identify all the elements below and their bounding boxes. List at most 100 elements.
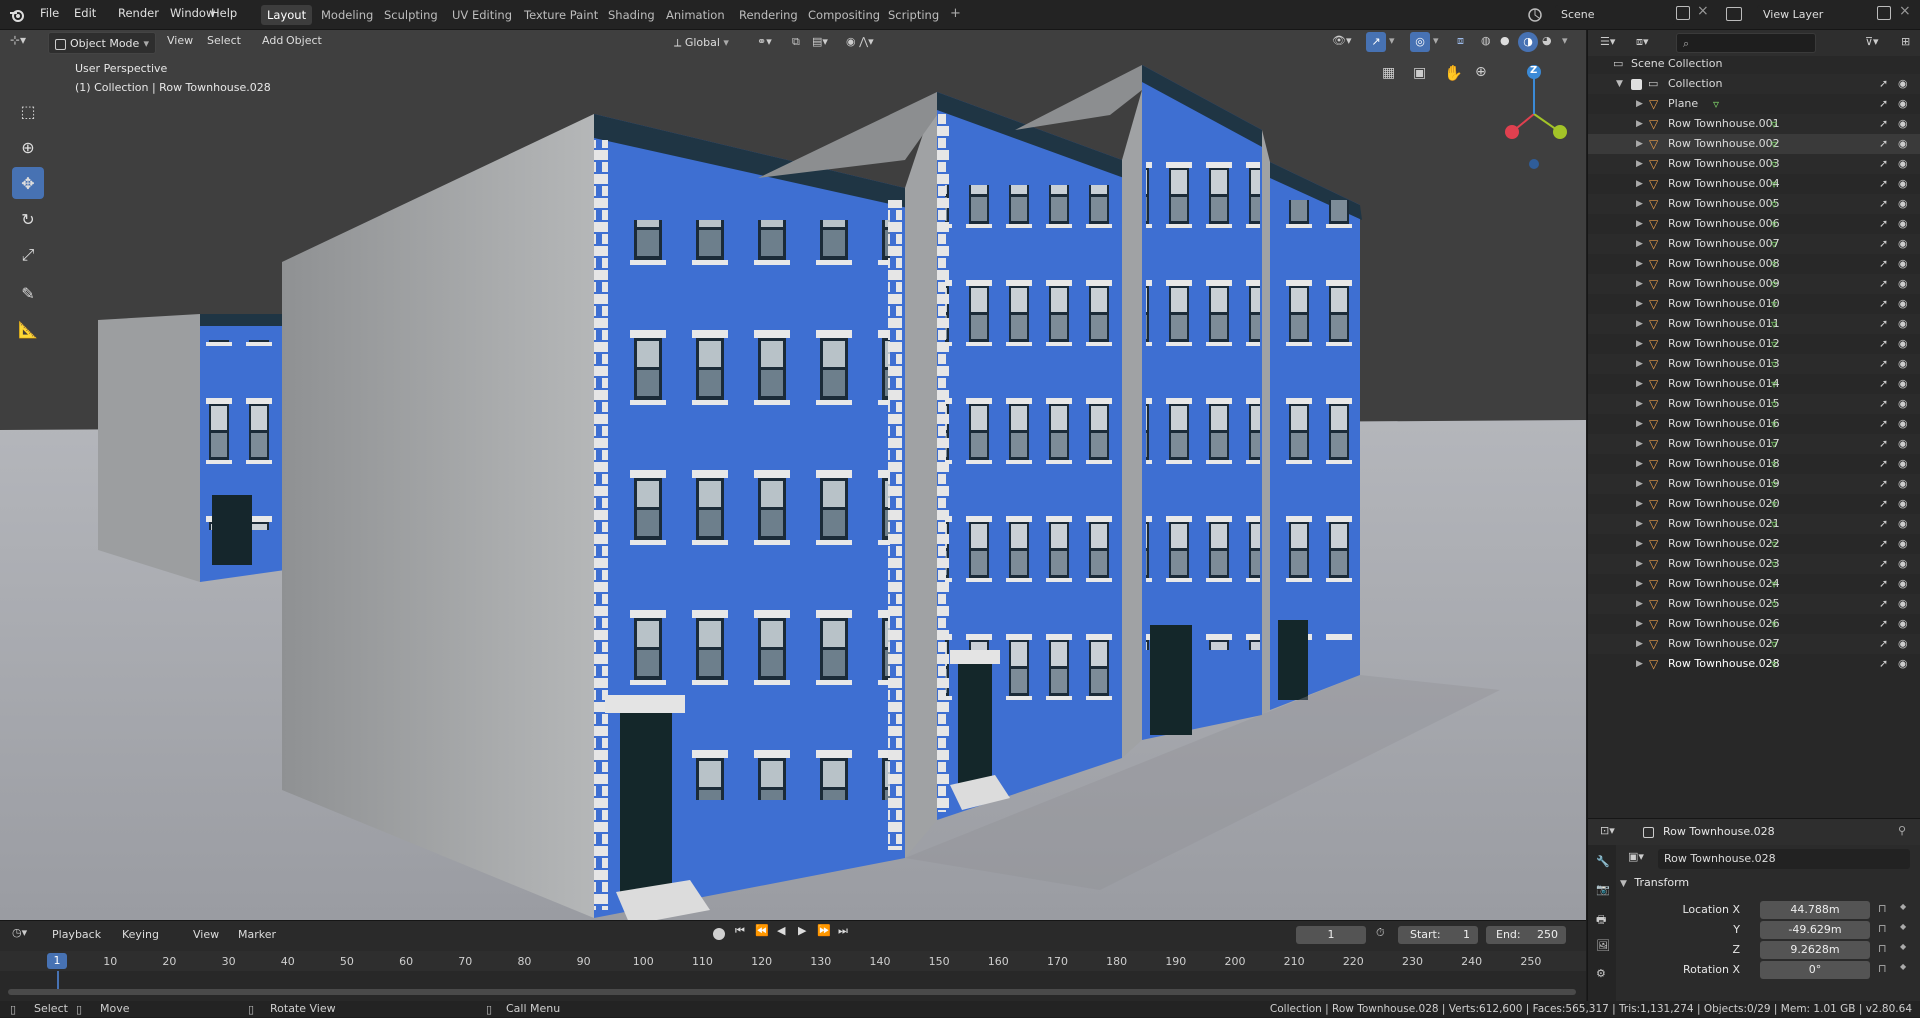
view-layer-field[interactable]: View Layer xyxy=(1757,5,1877,25)
mesh-data-icon[interactable]: ▿ xyxy=(1771,134,1777,154)
start-frame-field[interactable]: Start: 1 xyxy=(1398,926,1478,944)
select-toggle-icon[interactable]: ➚ xyxy=(1879,494,1888,514)
select-toggle-icon[interactable]: ➚ xyxy=(1879,414,1888,434)
camera-view-icon[interactable]: ▣ xyxy=(1413,65,1426,81)
viewport-menu-add[interactable]: Add xyxy=(262,34,283,47)
select-toggle-icon[interactable]: ➚ xyxy=(1879,194,1888,214)
expand-arrow-icon[interactable]: ▶ xyxy=(1636,214,1643,234)
mesh-data-icon[interactable]: ▿ xyxy=(1771,394,1777,414)
transform-field-value[interactable]: -49.629m xyxy=(1760,921,1870,939)
mesh-data-icon[interactable]: ▿ xyxy=(1771,114,1777,134)
visibility-toggle-icon[interactable]: 👁▾ xyxy=(1332,34,1352,47)
expand-arrow-icon[interactable]: ▶ xyxy=(1636,254,1643,274)
timeline-menu-view[interactable]: View xyxy=(193,928,219,941)
outliner-item[interactable]: ▶ ▽ Row Townhouse.016 ▿ ➚ ◉ xyxy=(1588,414,1920,434)
use-preview-range-icon[interactable]: ⏱ xyxy=(1376,926,1385,940)
outliner-item[interactable]: ▶ ▽ Row Townhouse.022 ▿ ➚ ◉ xyxy=(1588,534,1920,554)
mesh-data-icon[interactable]: ▿ xyxy=(1771,354,1777,374)
expand-arrow-icon[interactable]: ▶ xyxy=(1636,134,1643,154)
expand-arrow-icon[interactable]: ▶ xyxy=(1636,234,1643,254)
tab-animation[interactable]: Animation xyxy=(660,5,731,25)
select-toggle-icon[interactable]: ➚ xyxy=(1879,334,1888,354)
expand-arrow-icon[interactable]: ▶ xyxy=(1636,374,1643,394)
object-data-dropdown[interactable]: ▣▾ xyxy=(1628,850,1644,863)
cursor-tool[interactable]: ⊕ xyxy=(12,131,44,163)
tab-layout[interactable]: Layout xyxy=(261,5,313,25)
gizmo-dropdown-icon[interactable]: ▾ xyxy=(1389,34,1395,47)
tab-rendering[interactable]: Rendering xyxy=(733,5,804,25)
expand-arrow-icon[interactable]: ▶ xyxy=(1636,454,1643,474)
select-toggle-icon[interactable]: ➚ xyxy=(1879,554,1888,574)
select-toggle-icon[interactable]: ➚ xyxy=(1879,434,1888,454)
select-toggle-icon[interactable]: ➚ xyxy=(1879,214,1888,234)
tab-compositing[interactable]: Compositing xyxy=(802,5,886,25)
jump-end-icon[interactable]: ⏭ xyxy=(838,924,848,938)
lock-icon[interactable]: ⊓ xyxy=(1878,942,1887,955)
visibility-icon[interactable]: ◉ xyxy=(1898,634,1908,654)
select-toggle-icon[interactable]: ➚ xyxy=(1879,154,1888,174)
visibility-icon[interactable]: ◉ xyxy=(1898,414,1908,434)
mesh-data-icon[interactable]: ▿ xyxy=(1771,174,1777,194)
xray-toggle-icon[interactable]: ⧈ xyxy=(1457,34,1464,48)
3d-viewport[interactable]: ⊹▾ Object Mode ▾ View Select Add Object ⟂ Gl… xyxy=(0,30,1586,920)
overlay-dropdown-icon[interactable]: ▾ xyxy=(1433,34,1439,47)
collection-checkbox[interactable] xyxy=(1631,79,1642,90)
expand-arrow-icon[interactable]: ▼ xyxy=(1616,74,1623,94)
visibility-icon[interactable]: ◉ xyxy=(1898,114,1908,134)
render-tab-icon[interactable]: 📷 xyxy=(1596,883,1610,896)
rotate-tool[interactable]: ↻ xyxy=(12,203,44,235)
expand-arrow-icon[interactable]: ▶ xyxy=(1636,634,1643,654)
mesh-data-icon[interactable]: ▿ xyxy=(1771,654,1777,674)
scene-icon[interactable] xyxy=(1526,6,1544,24)
outliner-item[interactable]: ▶ ▽ Row Townhouse.011 ▿ ➚ ◉ xyxy=(1588,314,1920,334)
visibility-icon[interactable]: ◉ xyxy=(1898,494,1908,514)
visibility-icon[interactable]: ◉ xyxy=(1898,214,1908,234)
expand-arrow-icon[interactable]: ▶ xyxy=(1636,354,1643,374)
add-workspace-button[interactable]: + xyxy=(950,6,961,21)
expand-arrow-icon[interactable]: ▶ xyxy=(1636,334,1643,354)
timeline-menu-marker[interactable]: Marker xyxy=(238,928,276,941)
mesh-data-icon[interactable]: ▿ xyxy=(1771,314,1777,334)
visibility-icon[interactable]: ◉ xyxy=(1898,194,1908,214)
mesh-data-icon[interactable]: ▿ xyxy=(1713,94,1719,114)
timeline-editor-type-icon[interactable]: ◷▾ xyxy=(12,926,27,939)
outliner-item[interactable]: ▶ ▽ Row Townhouse.028 ▿ ➚ ◉ xyxy=(1588,654,1920,674)
visibility-icon[interactable]: ◉ xyxy=(1898,174,1908,194)
properties-editor-type-icon[interactable]: ⊡▾ xyxy=(1600,824,1615,837)
visibility-icon[interactable]: ◉ xyxy=(1898,594,1908,614)
mesh-data-icon[interactable]: ▿ xyxy=(1771,414,1777,434)
select-toggle-icon[interactable]: ➚ xyxy=(1879,394,1888,414)
outliner-item[interactable]: ▶ ▽ Plane ▿ ➚ ◉ xyxy=(1588,94,1920,114)
expand-arrow-icon[interactable]: ▶ xyxy=(1636,594,1643,614)
timeline-menu-playback[interactable]: Playback xyxy=(52,928,101,941)
navigation-gizmo[interactable]: Z xyxy=(1496,60,1576,170)
mesh-data-icon[interactable]: ▿ xyxy=(1771,234,1777,254)
timeline-scrollbar[interactable] xyxy=(8,989,1576,995)
outliner-item[interactable]: ▶ ▽ Row Townhouse.024 ▿ ➚ ◉ xyxy=(1588,574,1920,594)
select-toggle-icon[interactable]: ➚ xyxy=(1879,314,1888,334)
gizmo-toggle-icon[interactable]: ↗ xyxy=(1366,32,1386,52)
shading-solid-icon[interactable]: ● xyxy=(1500,34,1510,47)
select-toggle-icon[interactable]: ➚ xyxy=(1879,94,1888,114)
expand-arrow-icon[interactable]: ▶ xyxy=(1636,174,1643,194)
overlay-toggle-icon[interactable]: ◎ xyxy=(1410,32,1430,52)
outliner-item[interactable]: ▶ ▽ Row Townhouse.015 ▿ ➚ ◉ xyxy=(1588,394,1920,414)
visibility-icon[interactable]: ◉ xyxy=(1898,394,1908,414)
play-icon[interactable]: ▶ xyxy=(798,924,806,937)
visibility-icon[interactable]: ◉ xyxy=(1898,554,1908,574)
view-layer-tab-icon[interactable]: 🖼 xyxy=(1596,939,1610,952)
mode-dropdown[interactable]: Object Mode ▾ xyxy=(48,32,156,54)
shading-rendered-icon[interactable]: ◕ xyxy=(1542,34,1552,47)
visibility-icon[interactable]: ◉ xyxy=(1898,354,1908,374)
expand-arrow-icon[interactable]: ▶ xyxy=(1636,574,1643,594)
visibility-icon[interactable]: ◉ xyxy=(1898,654,1908,674)
select-toggle-icon[interactable]: ➚ xyxy=(1879,534,1888,554)
keyframe-icon[interactable]: ◆ xyxy=(1900,962,1906,971)
visibility-icon[interactable]: ◉ xyxy=(1898,434,1908,454)
mesh-data-icon[interactable]: ▿ xyxy=(1771,474,1777,494)
select-toggle-icon[interactable]: ➚ xyxy=(1879,174,1888,194)
next-keyframe-icon[interactable]: ⏩ xyxy=(817,924,831,937)
view-layer-icon[interactable] xyxy=(1726,7,1742,21)
expand-arrow-icon[interactable]: ▶ xyxy=(1636,434,1643,454)
select-toggle-icon[interactable]: ➚ xyxy=(1879,454,1888,474)
